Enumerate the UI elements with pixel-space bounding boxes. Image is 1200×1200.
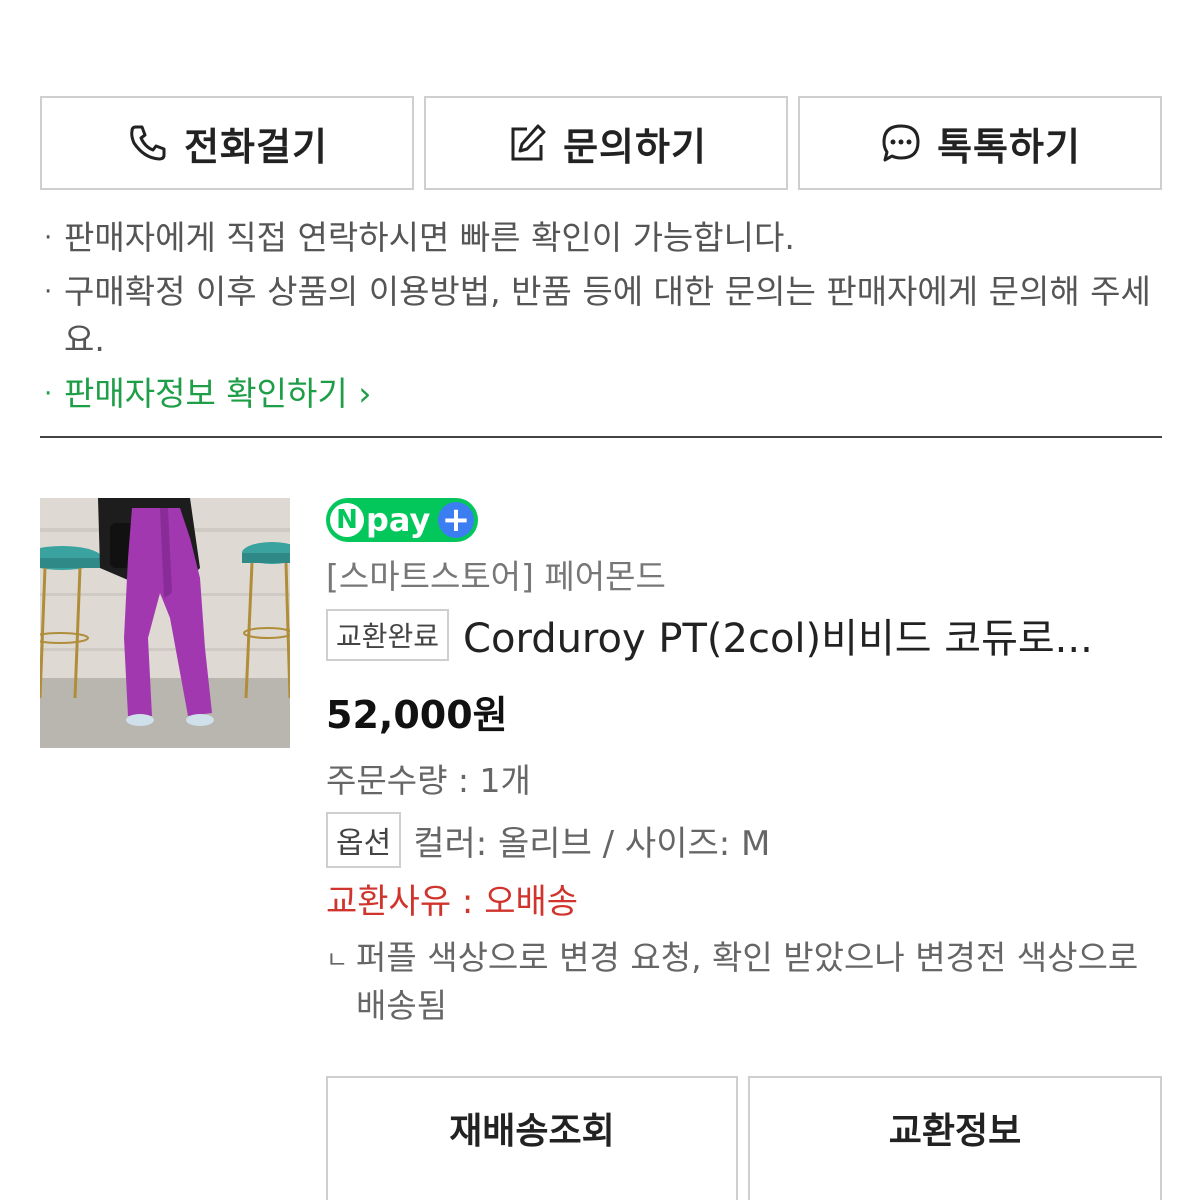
status-badge: 교환완료 xyxy=(326,609,450,661)
seller-info-label: 판매자정보 확인하기 xyxy=(64,374,348,413)
chat-bubble-icon xyxy=(882,124,920,162)
chevron-right-icon: › xyxy=(347,374,372,413)
product-name[interactable]: Corduroy PT(2col)비비드 코듀로... xyxy=(463,606,1139,664)
exchange-info-button[interactable]: 교환정보 xyxy=(748,1076,1162,1200)
reship-label: 재배송조회 xyxy=(449,1111,615,1152)
store-name[interactable]: [스마트스토어] 페어몬드 xyxy=(326,550,666,598)
option-badge: 옵션 xyxy=(326,812,402,868)
product-thumbnail[interactable] xyxy=(40,498,290,748)
exchange-info-label: 교환정보 xyxy=(888,1111,1022,1152)
notice-item: · 판매자에게 직접 연락하시면 빠른 확인이 가능합니다. xyxy=(44,218,795,257)
notice-text: 구매확정 이후 상품의 이용방법, 반품 등에 대한 문의는 판매자에게 문의해… xyxy=(64,272,1151,359)
order-action-buttons: 재배송조회 교환정보 xyxy=(326,1076,1162,1200)
product-photo xyxy=(40,498,290,748)
notice-text: 판매자에게 직접 연락하시면 빠른 확인이 가능합니다. xyxy=(64,218,795,257)
reship-tracking-button[interactable]: 재배송조회 xyxy=(326,1076,738,1200)
notice-item: · 구매확정 이후 상품의 이용방법, 반품 등에 대한 문의는 판매자에게 문… xyxy=(44,272,1151,359)
plus-icon: + xyxy=(438,502,474,538)
edit-icon xyxy=(511,124,546,161)
exchange-detail: ㄴ 퍼플 색상으로 변경 요청, 확인 받았으나 변경전 색상으로 배송됨 xyxy=(326,934,1156,1030)
product-title-row: 교환완료 Corduroy PT(2col)비비드 코듀로... xyxy=(326,606,1166,664)
seller-info-link[interactable]: · 판매자정보 확인하기 › xyxy=(44,370,1154,418)
call-button[interactable]: 전화걸기 xyxy=(40,96,414,190)
inquiry-label: 문의하기 xyxy=(563,124,707,169)
npay-plus-badge: N pay + xyxy=(326,498,478,542)
talk-button[interactable]: 톡톡하기 xyxy=(798,96,1162,190)
inquiry-button[interactable]: 문의하기 xyxy=(424,96,788,190)
notice-list: · 판매자에게 직접 연락하시면 빠른 확인이 가능합니다. · 구매확정 이후… xyxy=(44,214,1154,424)
section-divider xyxy=(40,436,1162,438)
product-price: 52,000원 xyxy=(326,693,508,737)
option-value: 컬러: 올리브 / 사이즈: M xyxy=(413,823,771,864)
exchange-reason: 교환사유 : 오배송 xyxy=(326,882,579,922)
npay-n-icon: N xyxy=(330,503,364,537)
talk-label: 톡톡하기 xyxy=(937,124,1081,169)
corner-arrow-icon: ㄴ xyxy=(326,946,349,974)
call-label: 전화걸기 xyxy=(184,124,328,169)
phone-icon xyxy=(130,125,166,161)
order-quantity: 주문수량 : 1개 xyxy=(326,761,531,800)
option-row: 옵션 컬러: 올리브 / 사이즈: M xyxy=(326,812,770,868)
exchange-detail-text: 퍼플 색상으로 변경 요청, 확인 받았으나 변경전 색상으로 배송됨 xyxy=(356,938,1139,1025)
contact-buttons: 전화걸기 문의하기 톡톡하기 xyxy=(40,96,1162,194)
npay-text: pay xyxy=(366,501,431,539)
